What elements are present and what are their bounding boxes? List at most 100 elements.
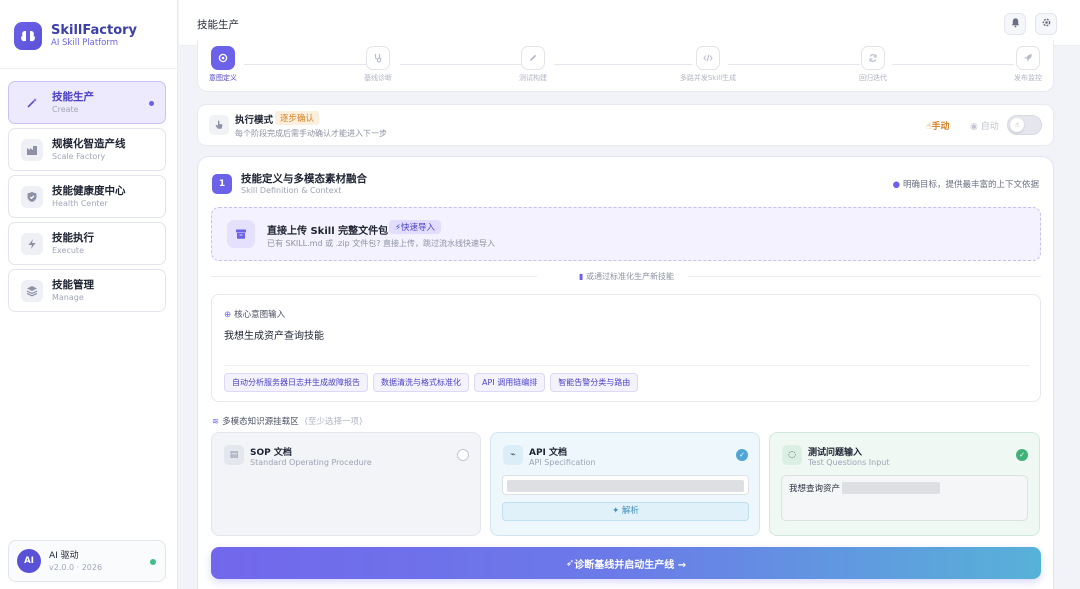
intent-input[interactable]: 我想生成资产查询技能 [224, 327, 324, 342]
or-divider-text: 或通过标准化生产新技能 [585, 272, 674, 281]
test-questions-input[interactable]: 我想查询资产 [781, 475, 1028, 521]
knowledge-source-label-text: 多模态知识源挂载区 [222, 417, 299, 427]
layers-icon: ≋ [212, 417, 220, 427]
knowledge-source-label: ≋ 多模态知识源挂载区 (至少选择一项) [212, 415, 362, 427]
source-subtitle: Test Questions Input [808, 458, 890, 467]
factory-icon [21, 138, 43, 161]
wand-icon: ✦ [612, 506, 622, 516]
user-name: AI 驱动 [49, 550, 79, 561]
sidebar-item-label: 技能健康度中心 [52, 184, 126, 197]
source-subtitle: Standard Operating Procedure [250, 458, 372, 467]
layers-icon [21, 279, 43, 302]
code-icon [696, 46, 720, 70]
sidebar-item-sublabel: Health Center [52, 198, 108, 208]
upload-skill-package[interactable]: 直接上传 Skill 完整文件包 ⚡快速导入 已有 SKILL.md 或 .zi… [211, 207, 1041, 261]
sidebar: SkillFactory AI Skill Platform 技能生产 Crea… [0, 0, 178, 589]
settings-button[interactable] [1035, 13, 1057, 35]
intent-label: ⊕ 核心意图输入 [224, 308, 285, 320]
source-radio[interactable] [457, 449, 469, 461]
sidebar-item-sublabel: Create [52, 104, 79, 114]
step-intent-definition[interactable]: 意图定义 [188, 46, 258, 83]
step-test-build[interactable]: 测试构建 [498, 46, 568, 83]
sidebar-item-execute[interactable]: 技能执行 Execute [8, 222, 166, 265]
execution-mode-card: 执行模式 逐步确认 每个阶段完成后需手动确认才能进入下一步 ☝手动 ◉ 自动 ☝ [197, 104, 1054, 146]
source-title: 测试问题输入 [808, 448, 863, 458]
brand-name: SkillFactory [51, 23, 138, 38]
mode-toggle[interactable]: ☝ [1007, 115, 1042, 135]
chat-icon: ◌ [782, 445, 802, 465]
suggestion-chips: 自动分析服务器日志并生成故障报告 数据清洗与格式标准化 API 调用链编排 智能… [224, 373, 643, 392]
check-icon[interactable]: ✓ [1016, 449, 1028, 461]
notification-button[interactable] [1004, 13, 1026, 35]
upload-title: 直接上传 Skill 完整文件包 [267, 226, 389, 237]
source-subtitle: API Specification [529, 458, 596, 467]
step-label: 回归迭代 [859, 74, 887, 82]
start-pipeline-button[interactable]: ➶ 诊断基线并启动生产线 → [211, 547, 1041, 579]
intent-input-box[interactable]: ⊕ 核心意图输入 我想生成资产查询技能 自动分析服务器日志并生成故障报告 数据清洗… [211, 294, 1041, 402]
start-pipeline-label: 诊断基线并启动生产线 → [574, 559, 687, 571]
auto-mode-option[interactable]: ◉ 自动 [970, 119, 999, 132]
brain-icon [14, 22, 42, 50]
avatar: AI [17, 549, 41, 573]
source-title: SOP 文档 [250, 448, 292, 458]
sidebar-item-sublabel: Scale Factory [52, 151, 106, 161]
parse-button[interactable]: ✦ 解析 [502, 502, 749, 521]
refresh-icon [861, 46, 885, 70]
step-release-monitoring[interactable]: 发布监控 [993, 46, 1063, 83]
hand-pointer-icon [209, 115, 229, 135]
archive-icon [227, 220, 255, 248]
auto-label: 自动 [980, 122, 999, 132]
divider [0, 68, 178, 69]
gear-icon [1041, 17, 1052, 31]
source-card-test-questions[interactable]: ◌ 测试问题输入 Test Questions Input ✓ 我想查询资产 [769, 432, 1040, 536]
sidebar-item-label: 技能管理 [52, 278, 94, 291]
brand-subtitle: AI Skill Platform [51, 38, 118, 48]
sidebar-item-label: 技能生产 [52, 90, 94, 103]
mode-badge: 逐步确认 [275, 111, 320, 125]
sidebar-item-create[interactable]: 技能生产 Create [8, 81, 166, 124]
sidebar-item-scale-factory[interactable]: 规模化智造产线 Scale Factory [8, 128, 166, 171]
pipeline-stepper: 意图定义 基线诊断 测试构建 多路并发Skill生成 回归迭代 发布监控 [197, 40, 1054, 92]
stethoscope-icon [366, 46, 390, 70]
sidebar-item-health-center[interactable]: 技能健康度中心 Health Center [8, 175, 166, 218]
api-doc-input[interactable] [502, 475, 749, 495]
document-icon: ▤ [224, 445, 244, 465]
app-version: v2.0.0 · 2026 [49, 562, 103, 572]
active-indicator [149, 101, 154, 106]
test-questions-value: 我想查询资产 [789, 484, 841, 494]
manual-label: 手动 [931, 122, 950, 132]
source-title: API 文档 [529, 448, 568, 458]
step-regression-iteration[interactable]: 回归迭代 [838, 46, 908, 83]
knowledge-source-hint: (至少选择一项) [304, 417, 363, 427]
suggestion-chip[interactable]: API 调用链编排 [474, 373, 546, 392]
brand[interactable]: SkillFactory AI Skill Platform [14, 22, 137, 50]
divider [224, 365, 1030, 366]
section-number: 1 [212, 174, 232, 194]
check-icon[interactable]: ✓ [736, 449, 748, 461]
manual-mode-option[interactable]: ☝手动 [926, 119, 950, 132]
suggestion-chip[interactable]: 自动分析服务器日志并生成故障报告 [224, 373, 368, 392]
target-icon [211, 46, 235, 70]
suggestion-chip[interactable]: 数据清洗与格式标准化 [373, 373, 469, 392]
user-card[interactable]: AI AI 驱动 v2.0.0 · 2026 [8, 540, 166, 582]
suggestion-chip[interactable]: 智能告警分类与路由 [550, 373, 639, 392]
step-label: 测试构建 [519, 74, 547, 82]
shield-icon [21, 185, 43, 208]
step-parallel-skill-generation[interactable]: 多路并发Skill生成 [668, 46, 748, 83]
step-label: 多路并发Skill生成 [679, 74, 737, 82]
section-hint-text: 明确目标，提供最丰富的上下文依据 [902, 180, 1039, 190]
intent-label-text: 核心意图输入 [234, 310, 286, 320]
online-status-dot [150, 559, 156, 565]
parse-button-label: 解析 [621, 506, 639, 516]
info-icon: ● [892, 180, 900, 190]
sidebar-item-manage[interactable]: 技能管理 Manage [8, 269, 166, 312]
source-card-sop[interactable]: ▤ SOP 文档 Standard Operating Procedure [211, 432, 481, 536]
step-baseline-diagnosis[interactable]: 基线诊断 [343, 46, 413, 83]
mode-title: 执行模式 [235, 115, 274, 126]
step-label: 基线诊断 [364, 74, 392, 82]
bell-icon [1010, 17, 1021, 31]
or-divider: ▮ 或通过标准化生产新技能 [198, 271, 1055, 282]
redacted-content [842, 482, 941, 494]
source-card-api[interactable]: ⌁ API 文档 API Specification ✓ ✦ 解析 [490, 432, 760, 536]
plug-icon: ⌁ [503, 445, 523, 465]
